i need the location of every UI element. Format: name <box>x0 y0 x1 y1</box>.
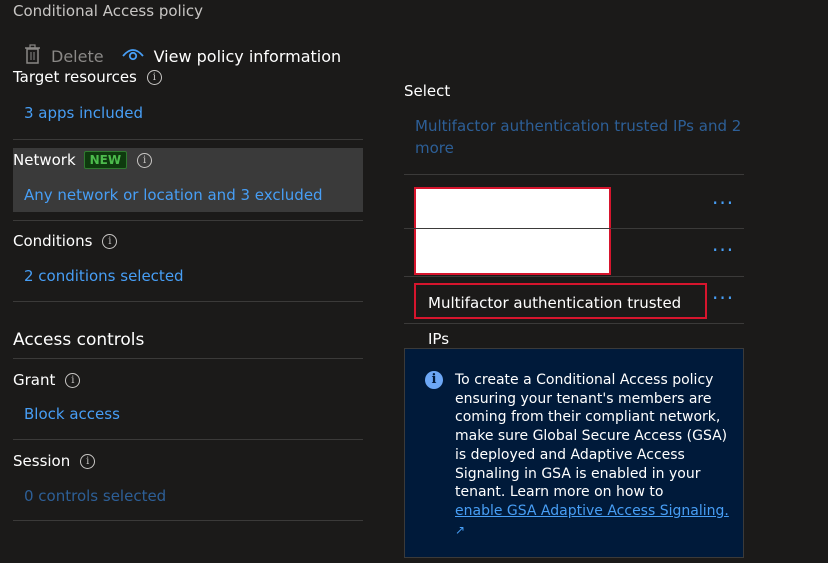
conditions-label: Conditions <box>13 232 93 250</box>
divider <box>404 174 744 175</box>
more-options-icon[interactable]: ··· <box>712 238 734 262</box>
conditions-link[interactable]: 2 conditions selected <box>24 267 184 285</box>
gsa-info-message: i To create a Conditional Access policy … <box>404 348 744 558</box>
view-policy-information-label: View policy information <box>153 46 342 66</box>
conditions-heading: Conditions i <box>13 232 118 250</box>
grant-link[interactable]: Block access <box>24 405 120 423</box>
info-text: To create a Conditional Access policy en… <box>455 372 728 501</box>
divider <box>404 323 744 324</box>
network-heading: Network NEW i <box>13 151 153 169</box>
grant-label: Grant <box>13 371 56 389</box>
info-icon[interactable]: i <box>137 152 153 168</box>
session-link[interactable]: 0 controls selected <box>24 487 166 505</box>
trash-icon <box>24 44 41 68</box>
info-message-text: To create a Conditional Access policy en… <box>455 371 737 539</box>
network-link[interactable]: Any network or location and 3 excluded <box>24 186 323 204</box>
session-label: Session <box>13 452 71 470</box>
eye-icon <box>121 46 144 66</box>
delete-label: Delete <box>51 46 104 66</box>
session-heading: Session i <box>13 452 96 470</box>
divider <box>13 139 363 140</box>
target-resources-label: Target resources <box>13 70 137 86</box>
info-icon: i <box>425 371 443 389</box>
policy-settings-panel: Target resources i 3 apps included Netwo… <box>0 70 363 563</box>
new-badge: NEW <box>83 151 128 169</box>
info-icon[interactable]: i <box>146 70 162 85</box>
selected-locations-summary[interactable]: Multifactor authentication trusted IPs a… <box>415 115 745 159</box>
divider <box>13 520 363 521</box>
divider <box>13 358 363 359</box>
external-link-icon: ↗ <box>455 522 466 537</box>
divider <box>13 301 363 302</box>
access-controls-heading: Access controls <box>13 330 145 350</box>
page-title: Conditional Access policy <box>13 2 203 20</box>
divider <box>404 228 744 229</box>
redacted-items <box>414 187 611 275</box>
view-policy-information-button[interactable]: View policy information <box>121 46 342 66</box>
target-resources-heading: Target resources i <box>13 70 162 86</box>
info-icon[interactable]: i <box>102 233 118 249</box>
divider <box>13 439 363 440</box>
grant-heading: Grant i <box>13 371 81 389</box>
info-icon[interactable]: i <box>65 372 81 388</box>
location-item[interactable]: Multifactor authentication trusted IPs <box>414 283 707 348</box>
command-bar: Delete View policy information <box>24 43 341 69</box>
more-options-icon[interactable]: ··· <box>712 191 734 215</box>
select-heading: Select <box>404 82 451 100</box>
divider <box>404 276 744 277</box>
enable-gsa-link[interactable]: enable GSA Adaptive Access Signaling. <box>455 503 729 519</box>
divider <box>13 220 363 221</box>
more-options-icon[interactable]: ··· <box>712 286 734 310</box>
info-icon[interactable]: i <box>80 453 96 469</box>
delete-button[interactable]: Delete <box>24 44 104 68</box>
target-resources-link[interactable]: 3 apps included <box>24 104 143 122</box>
network-label: Network <box>13 151 76 169</box>
